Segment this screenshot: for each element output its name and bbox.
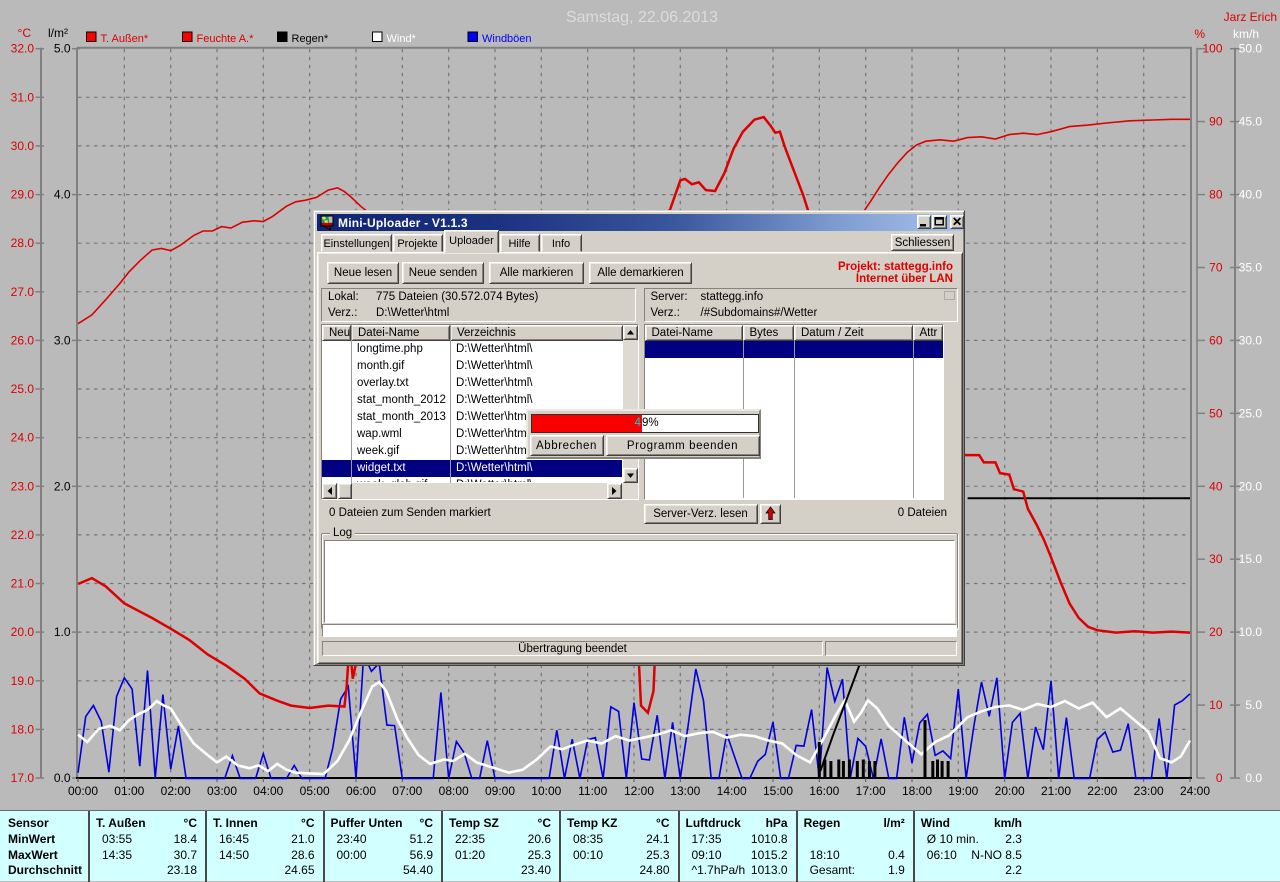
svg-text:14:00: 14:00 xyxy=(717,784,747,798)
svg-text:26.0: 26.0 xyxy=(11,333,35,347)
svg-text:21:00: 21:00 xyxy=(1041,784,1071,798)
svg-text:0.0: 0.0 xyxy=(54,771,71,785)
svg-text:27.0: 27.0 xyxy=(11,285,35,299)
svg-text:30: 30 xyxy=(1209,552,1223,566)
svg-text:90: 90 xyxy=(1209,115,1223,129)
svg-text:12:00: 12:00 xyxy=(624,784,654,798)
svg-text:0: 0 xyxy=(1216,771,1223,785)
svg-text:%: % xyxy=(1194,27,1205,41)
svg-text:Windböen: Windböen xyxy=(482,33,532,45)
svg-text:18.0: 18.0 xyxy=(11,722,35,736)
svg-text:100: 100 xyxy=(1202,42,1222,56)
svg-text:18:00: 18:00 xyxy=(902,784,932,798)
svg-text:T. Außen*: T. Außen* xyxy=(101,33,149,45)
svg-text:16:00: 16:00 xyxy=(809,784,839,798)
svg-text:24.0: 24.0 xyxy=(11,431,35,445)
svg-text:08:00: 08:00 xyxy=(439,784,469,798)
svg-text:01:00: 01:00 xyxy=(114,784,144,798)
svg-text:31.0: 31.0 xyxy=(11,90,35,104)
svg-text:40: 40 xyxy=(1209,479,1223,493)
svg-text:1.0: 1.0 xyxy=(54,625,71,639)
svg-text:Feuchte A.*: Feuchte A.* xyxy=(197,33,255,45)
svg-text:19:00: 19:00 xyxy=(948,784,978,798)
svg-text:09:00: 09:00 xyxy=(485,784,515,798)
svg-text:35.0: 35.0 xyxy=(1239,261,1263,275)
svg-text:04:00: 04:00 xyxy=(253,784,283,798)
svg-text:25.0: 25.0 xyxy=(1239,406,1263,420)
svg-text:l/m²: l/m² xyxy=(48,26,68,40)
svg-text:07:00: 07:00 xyxy=(392,784,422,798)
svg-text:Wind*: Wind* xyxy=(387,33,417,45)
svg-text:32.0: 32.0 xyxy=(11,42,35,56)
svg-text:19.0: 19.0 xyxy=(11,674,35,688)
svg-text:17.0: 17.0 xyxy=(11,771,35,785)
svg-text:°C: °C xyxy=(18,26,32,40)
svg-text:13:00: 13:00 xyxy=(670,784,700,798)
svg-text:23:00: 23:00 xyxy=(1134,784,1164,798)
svg-text:03:00: 03:00 xyxy=(207,784,237,798)
svg-text:4.0: 4.0 xyxy=(54,188,71,202)
svg-text:22.0: 22.0 xyxy=(11,528,35,542)
svg-text:Jarz Erich: Jarz Erich xyxy=(1224,10,1277,24)
svg-text:02:00: 02:00 xyxy=(161,784,191,798)
svg-text:11:00: 11:00 xyxy=(578,784,607,798)
svg-text:0.0: 0.0 xyxy=(1245,771,1262,785)
svg-text:10:00: 10:00 xyxy=(531,784,561,798)
svg-text:23.0: 23.0 xyxy=(11,479,35,493)
svg-text:06:00: 06:00 xyxy=(346,784,376,798)
svg-text:5.0: 5.0 xyxy=(1245,698,1262,712)
svg-text:20.0: 20.0 xyxy=(1239,479,1263,493)
svg-text:10.0: 10.0 xyxy=(1239,625,1263,639)
svg-text:20:00: 20:00 xyxy=(995,784,1025,798)
svg-text:30.0: 30.0 xyxy=(11,139,35,153)
svg-text:60: 60 xyxy=(1209,333,1223,347)
svg-text:5.0: 5.0 xyxy=(54,42,71,56)
svg-text:15.0: 15.0 xyxy=(1239,552,1263,566)
svg-text:Regen*: Regen* xyxy=(292,33,329,45)
svg-text:50.0: 50.0 xyxy=(1239,42,1263,56)
svg-text:70: 70 xyxy=(1209,261,1223,275)
svg-text:2.0: 2.0 xyxy=(54,479,71,493)
svg-text:10: 10 xyxy=(1209,698,1223,712)
svg-text:25.0: 25.0 xyxy=(11,382,35,396)
svg-text:28.0: 28.0 xyxy=(11,236,35,250)
svg-text:50: 50 xyxy=(1209,406,1223,420)
svg-text:05:00: 05:00 xyxy=(300,784,330,798)
svg-text:17:00: 17:00 xyxy=(856,784,886,798)
svg-text:km/h: km/h xyxy=(1233,27,1259,41)
svg-text:20.0: 20.0 xyxy=(11,625,35,639)
svg-text:80: 80 xyxy=(1209,188,1223,202)
svg-text:21.0: 21.0 xyxy=(11,577,35,591)
svg-text:15:00: 15:00 xyxy=(763,784,793,798)
svg-text:45.0: 45.0 xyxy=(1239,115,1263,129)
svg-text:22:00: 22:00 xyxy=(1087,784,1117,798)
svg-text:30.0: 30.0 xyxy=(1239,333,1263,347)
svg-text:20: 20 xyxy=(1209,625,1223,639)
svg-text:40.0: 40.0 xyxy=(1239,188,1263,202)
svg-text:24:00: 24:00 xyxy=(1180,784,1210,798)
svg-text:29.0: 29.0 xyxy=(11,188,35,202)
svg-text:Samstag, 22.06.2013: Samstag, 22.06.2013 xyxy=(566,9,718,26)
svg-text:3.0: 3.0 xyxy=(54,333,71,347)
svg-text:00:00: 00:00 xyxy=(68,784,98,798)
